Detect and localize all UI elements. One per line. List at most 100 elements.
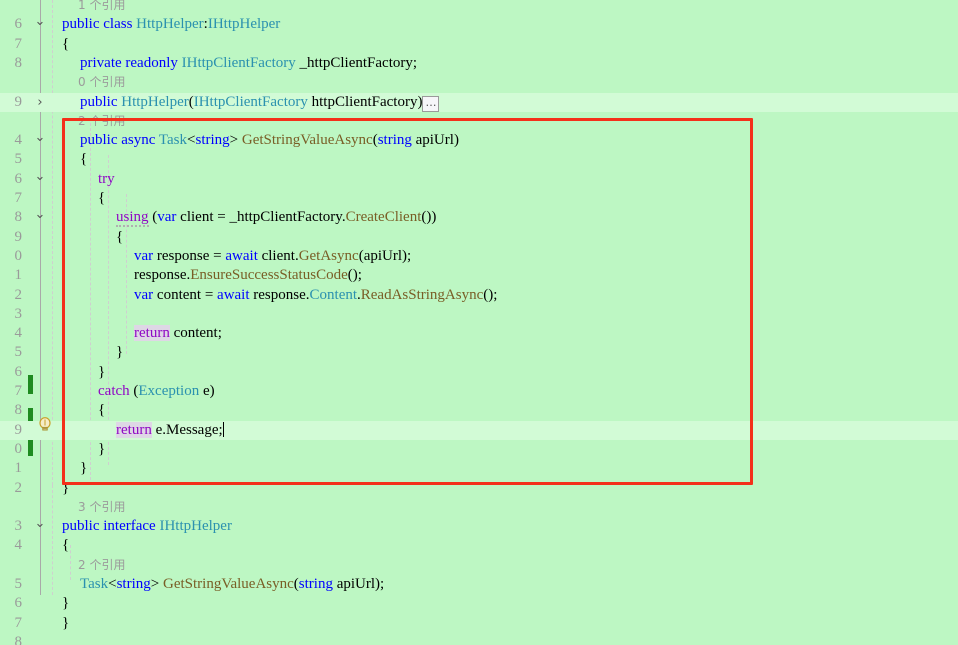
- code-line[interactable]: 5{: [0, 150, 958, 169]
- line-number: 4: [14, 325, 23, 342]
- code-text: }: [98, 440, 106, 457]
- line-number: 6: [14, 16, 23, 33]
- line-number: 0: [14, 247, 23, 264]
- line-number: 3: [14, 305, 23, 322]
- code-line[interactable]: 3 ⌄ public interface IHttpHelper: [0, 517, 958, 536]
- code-line[interactable]: 4 ⌄ public async Task<string> GetStringVal…: [0, 131, 958, 150]
- line-number: 8: [14, 402, 23, 419]
- code-line[interactable]: 6 ⌄ try: [0, 169, 958, 189]
- line-number: 5: [14, 576, 23, 592]
- codelens-reference-count: 2 个引用: [78, 557, 126, 572]
- code-text: {: [62, 35, 70, 52]
- code-line[interactable]: 2 var content = await response.Content.Re…: [0, 286, 958, 305]
- code-line[interactable]: 0}: [0, 440, 958, 459]
- code-text: }: [98, 363, 106, 380]
- codelens-row[interactable]: 2 个引用: [0, 556, 958, 575]
- codelens-reference-count: 2 个引用: [78, 113, 126, 128]
- code-text: return e.Message;: [116, 421, 224, 438]
- line-number: 6: [14, 170, 23, 187]
- code-text: {: [116, 228, 124, 245]
- line-number: 7: [14, 35, 23, 52]
- code-editor[interactable]: 1 个引用 6 ⌄ public class HttpHelper:IHttpHelp…: [0, 0, 958, 645]
- code-line[interactable]: 6}: [0, 363, 958, 382]
- code-line[interactable]: 3: [0, 305, 958, 324]
- code-text: }: [62, 595, 70, 612]
- text-caret: [222, 421, 224, 437]
- line-number: 1: [14, 267, 23, 284]
- line-number: 0: [14, 440, 23, 457]
- code-text: try: [98, 170, 115, 187]
- line-number: 1: [14, 460, 23, 477]
- code-line[interactable]: 5}: [0, 343, 958, 362]
- line-number: 8: [14, 54, 23, 71]
- code-line[interactable]: 8: [0, 633, 958, 645]
- code-line[interactable]: 9 › public HttpHelper(IHttpClientFactory h…: [0, 92, 958, 113]
- code-text: private readonly IHttpClientFactory _htt…: [80, 54, 418, 71]
- code-text: var response = await client.GetAsync(api…: [134, 247, 412, 264]
- line-number: 9: [14, 421, 23, 438]
- code-text: return content;: [134, 325, 222, 342]
- code-text: }: [62, 614, 70, 631]
- line-number: 3: [14, 518, 23, 535]
- code-text: {: [98, 190, 106, 206]
- line-number: 4: [14, 132, 23, 149]
- code-line[interactable]: 5 Task<string> GetStringValueAsync(string…: [0, 575, 958, 594]
- code-text: public HttpHelper(IHttpClientFactory htt…: [80, 93, 958, 113]
- collapse-chevron-down-icon[interactable]: ⌄: [33, 517, 47, 531]
- code-line[interactable]: 7{: [0, 189, 958, 208]
- code-line[interactable]: 7 catch (Exception e): [0, 382, 958, 401]
- code-text: Task<string> GetStringValueAsync(string …: [80, 576, 385, 592]
- code-line[interactable]: 7}: [0, 614, 958, 633]
- line-number: 2: [14, 286, 23, 303]
- line-number: 8: [14, 633, 23, 645]
- code-text: }: [62, 479, 70, 496]
- line-number: 9: [14, 93, 23, 110]
- collapse-chevron-down-icon[interactable]: ⌄: [33, 15, 47, 29]
- code-line[interactable]: 6 ⌄ public class HttpHelper:IHttpHelper: [0, 15, 958, 34]
- codelens-row[interactable]: 0 个引用: [0, 73, 958, 92]
- collapsed-region-icon[interactable]: …: [422, 96, 440, 113]
- code-line[interactable]: 1 response.EnsureSuccessStatusCode();: [0, 266, 958, 285]
- code-line[interactable]: 4{: [0, 536, 958, 555]
- code-line[interactable]: 2}: [0, 479, 958, 498]
- line-number: 5: [14, 344, 23, 361]
- code-line[interactable]: 6}: [0, 594, 958, 613]
- lightbulb-icon[interactable]: [38, 417, 52, 433]
- line-number: 7: [14, 190, 23, 206]
- code-text: {: [80, 151, 88, 168]
- code-text: {: [98, 402, 106, 419]
- code-line[interactable]: 0 var response = await client.GetAsync(ap…: [0, 247, 958, 266]
- codelens-row[interactable]: 3 个引用: [0, 498, 958, 517]
- line-number: 7: [14, 383, 23, 399]
- code-text: using (var client = _httpClientFactory.C…: [116, 209, 437, 228]
- code-text: }: [116, 344, 124, 361]
- collapse-chevron-down-icon[interactable]: ⌄: [33, 131, 47, 145]
- codelens-reference-count: 3 个引用: [78, 499, 126, 514]
- line-number: 6: [14, 363, 23, 380]
- code-line[interactable]: 9 return e.Message;: [0, 420, 958, 440]
- code-text: public async Task<string> GetStringValue…: [80, 132, 459, 149]
- code-text: }: [80, 460, 88, 477]
- code-line[interactable]: 8 private readonly IHttpClientFactory _ht…: [0, 54, 958, 73]
- line-number: 6: [14, 595, 23, 612]
- code-text: {: [62, 537, 70, 554]
- line-number: 9: [14, 228, 23, 245]
- code-line[interactable]: 1}: [0, 459, 958, 478]
- code-text: var content = await response.Content.Rea…: [134, 286, 498, 303]
- line-number: 7: [14, 614, 23, 631]
- code-line[interactable]: 8 ⌄ using (var client = _httpClientFactory…: [0, 208, 958, 228]
- expand-chevron-right-icon[interactable]: ›: [33, 93, 47, 112]
- code-line[interactable]: 7{: [0, 35, 958, 54]
- collapse-chevron-down-icon[interactable]: ⌄: [33, 208, 47, 222]
- line-number: 4: [14, 537, 23, 554]
- codelens-reference-count: 0 个引用: [78, 75, 126, 90]
- line-number: 8: [14, 209, 23, 226]
- codelens-row[interactable]: 1 个引用: [0, 0, 958, 15]
- codelens-row[interactable]: 2 个引用: [0, 112, 958, 131]
- code-line[interactable]: 4 return content;: [0, 324, 958, 343]
- code-line[interactable]: 8{: [0, 401, 958, 420]
- code-line[interactable]: 9{: [0, 228, 958, 247]
- line-number: 2: [14, 479, 23, 496]
- collapse-chevron-down-icon[interactable]: ⌄: [33, 169, 47, 184]
- code-text: public class HttpHelper:IHttpHelper: [62, 16, 281, 33]
